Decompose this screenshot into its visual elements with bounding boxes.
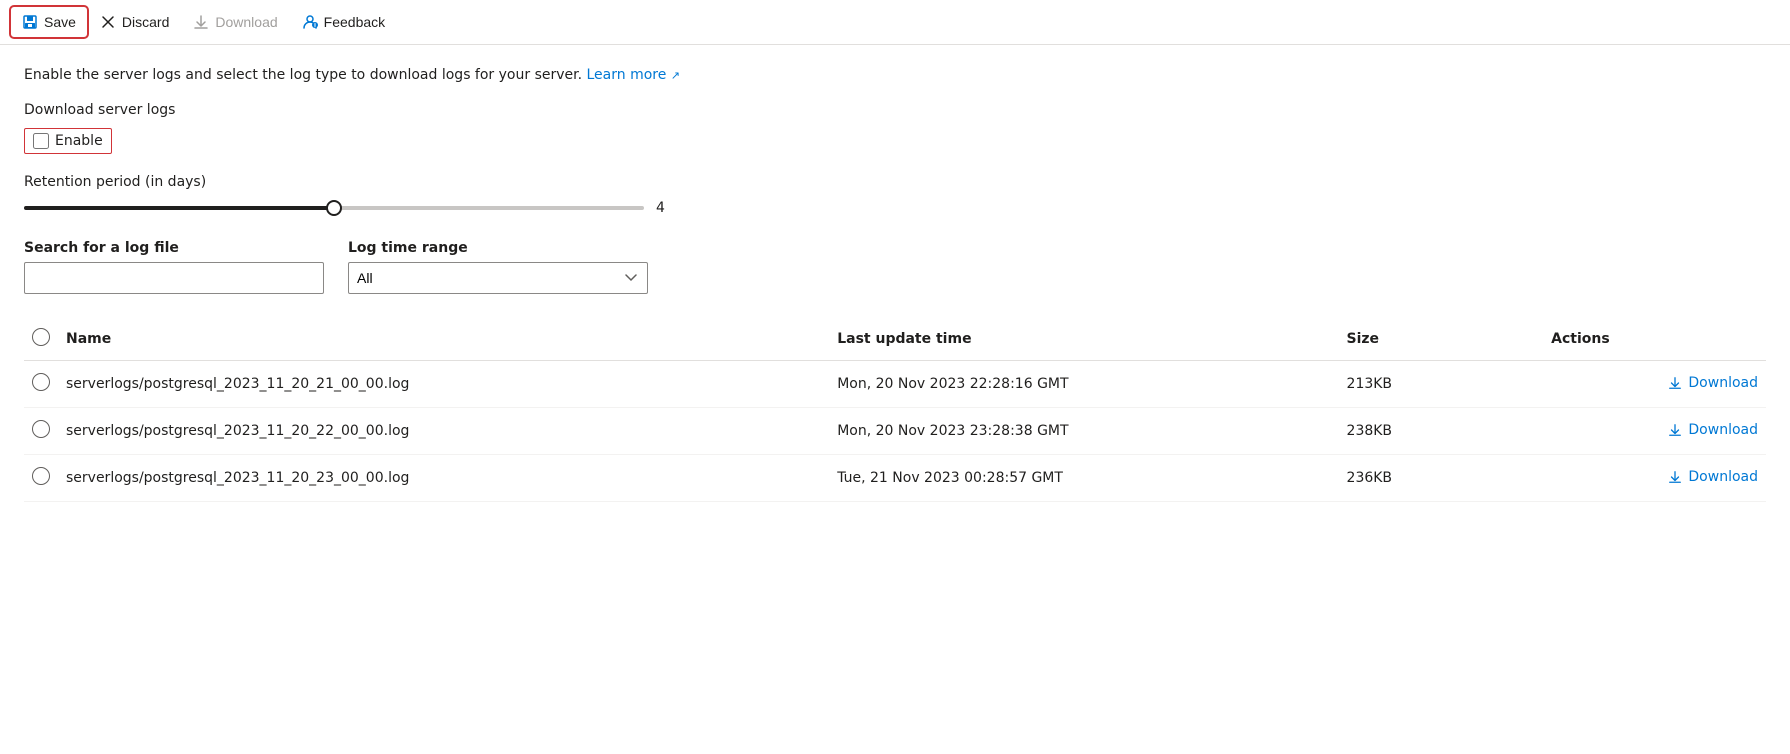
- log-table: Name Last update time Size Actions serve…: [24, 318, 1766, 502]
- row-size-2: 236KB: [1339, 455, 1544, 502]
- save-icon: [22, 14, 38, 30]
- search-label: Search for a log file: [24, 240, 324, 256]
- table-row: serverlogs/postgresql_2023_11_20_23_00_0…: [24, 455, 1766, 502]
- feedback-button[interactable]: Feedback: [292, 8, 395, 36]
- enable-checkbox[interactable]: [33, 133, 49, 149]
- col-header-name: Name: [58, 318, 829, 361]
- row-radio-cell: [24, 455, 58, 502]
- header-radio[interactable]: [32, 328, 50, 346]
- row-radio-0[interactable]: [32, 373, 50, 391]
- row-name-2: serverlogs/postgresql_2023_11_20_23_00_0…: [58, 455, 829, 502]
- download-toolbar-label: Download: [215, 14, 277, 30]
- row-size-0: 213KB: [1339, 361, 1544, 408]
- retention-value: 4: [656, 200, 676, 216]
- download-link-1[interactable]: Download: [1668, 422, 1758, 438]
- col-header-time: Last update time: [829, 318, 1338, 361]
- row-time-1: Mon, 20 Nov 2023 23:28:38 GMT: [829, 408, 1338, 455]
- download-icon-1: [1668, 423, 1682, 437]
- row-radio-cell: [24, 408, 58, 455]
- enable-text: Enable: [55, 133, 103, 149]
- learn-more-link[interactable]: Learn more ↗: [587, 67, 681, 83]
- download-icon-2: [1668, 470, 1682, 484]
- row-actions-2: Download: [1543, 455, 1766, 502]
- download-link-0[interactable]: Download: [1668, 375, 1758, 391]
- info-text: Enable the server logs and select the lo…: [24, 65, 1766, 86]
- time-range-select[interactable]: All Last 6 hours Last 12 hours Last 24 h…: [348, 262, 648, 294]
- section-label: Download server logs: [24, 102, 1766, 118]
- table-row: serverlogs/postgresql_2023_11_20_21_00_0…: [24, 361, 1766, 408]
- retention-label: Retention period (in days): [24, 174, 1766, 190]
- time-range-group: Log time range All Last 6 hours Last 12 …: [348, 240, 648, 294]
- col-header-size: Size: [1339, 318, 1544, 361]
- feedback-label: Feedback: [324, 14, 385, 30]
- col-header-radio: [24, 318, 58, 361]
- save-label: Save: [44, 14, 76, 30]
- row-actions-1: Download: [1543, 408, 1766, 455]
- row-size-1: 238KB: [1339, 408, 1544, 455]
- enable-toggle-label[interactable]: Enable: [24, 128, 112, 154]
- discard-button[interactable]: Discard: [90, 8, 179, 36]
- retention-section: Retention period (in days) 4: [24, 174, 1766, 216]
- time-range-label: Log time range: [348, 240, 648, 256]
- main-content: Enable the server logs and select the lo…: [0, 45, 1790, 522]
- external-link-icon: ↗: [671, 69, 680, 82]
- row-radio-2[interactable]: [32, 467, 50, 485]
- download-toolbar-icon: [193, 14, 209, 30]
- search-group: Search for a log file: [24, 240, 324, 294]
- download-link-2[interactable]: Download: [1668, 469, 1758, 485]
- download-toolbar-button[interactable]: Download: [183, 8, 287, 36]
- table-row: serverlogs/postgresql_2023_11_20_22_00_0…: [24, 408, 1766, 455]
- row-actions-0: Download: [1543, 361, 1766, 408]
- feedback-icon: [302, 14, 318, 30]
- row-name-1: serverlogs/postgresql_2023_11_20_22_00_0…: [58, 408, 829, 455]
- retention-slider[interactable]: [24, 206, 644, 210]
- toolbar: Save Discard Download: [0, 0, 1790, 45]
- row-name-0: serverlogs/postgresql_2023_11_20_21_00_0…: [58, 361, 829, 408]
- col-header-actions: Actions: [1543, 318, 1766, 361]
- search-input[interactable]: [24, 262, 324, 294]
- table-header-row: Name Last update time Size Actions: [24, 318, 1766, 361]
- save-button[interactable]: Save: [12, 8, 86, 36]
- row-time-0: Mon, 20 Nov 2023 22:28:16 GMT: [829, 361, 1338, 408]
- discard-label: Discard: [122, 14, 169, 30]
- filter-row: Search for a log file Log time range All…: [24, 240, 1766, 294]
- row-radio-cell: [24, 361, 58, 408]
- download-icon-0: [1668, 376, 1682, 390]
- row-radio-1[interactable]: [32, 420, 50, 438]
- row-time-2: Tue, 21 Nov 2023 00:28:57 GMT: [829, 455, 1338, 502]
- discard-icon: [100, 14, 116, 30]
- enable-toggle-container: Enable: [24, 128, 1766, 154]
- slider-row: 4: [24, 200, 1766, 216]
